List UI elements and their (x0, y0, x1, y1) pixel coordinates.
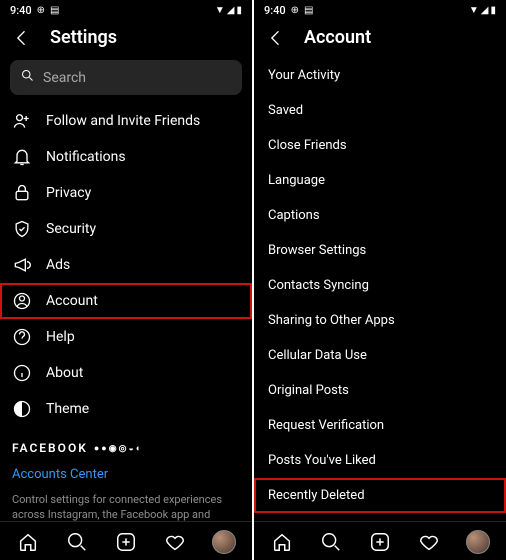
item-saved[interactable]: Saved (254, 93, 506, 128)
menu-label: Follow and Invite Friends (46, 113, 200, 129)
menu-ads[interactable]: Ads (0, 247, 252, 283)
help-icon (12, 327, 32, 347)
item-sharing-apps[interactable]: Sharing to Other Apps (254, 303, 506, 338)
page-title: Account (304, 27, 371, 48)
item-recently-deleted[interactable]: Recently Deleted (254, 478, 506, 513)
menu-label: Help (46, 329, 75, 345)
profile-avatar[interactable] (466, 530, 490, 554)
item-cellular-data[interactable]: Cellular Data Use (254, 338, 506, 373)
signal-icon: ◢ (227, 5, 235, 16)
heart-icon[interactable] (163, 530, 187, 554)
add-icon[interactable] (114, 530, 138, 554)
item-your-activity[interactable]: Your Activity (254, 58, 506, 93)
status-icon: ▤ (304, 5, 313, 16)
item-contacts-syncing[interactable]: Contacts Syncing (254, 268, 506, 303)
profile-avatar[interactable] (212, 530, 236, 554)
wifi-icon: ▼ (215, 5, 225, 16)
home-icon[interactable] (16, 530, 40, 554)
item-request-verification[interactable]: Request Verification (254, 408, 506, 443)
home-icon[interactable] (270, 530, 294, 554)
item-original-posts[interactable]: Original Posts (254, 373, 506, 408)
bottom-nav (0, 521, 252, 560)
account-list: Your Activity Saved Close Friends Langua… (254, 58, 506, 521)
social-icons: ●●◉◎◒◐ (94, 443, 143, 454)
signal-icon: ◢ (481, 5, 489, 16)
search-icon (20, 68, 35, 87)
bell-icon (12, 147, 32, 167)
menu-label: Theme (46, 401, 89, 417)
heart-icon[interactable] (417, 530, 441, 554)
theme-icon (12, 399, 32, 419)
status-bar: 9:40 ⊕ ▤ ▼ ◢ ▮ (0, 0, 252, 19)
settings-menu: Follow and Invite Friends Notifications … (0, 103, 252, 521)
menu-label: Security (46, 221, 96, 237)
bottom-nav (254, 521, 506, 560)
menu-security[interactable]: Security (0, 211, 252, 247)
status-time: 9:40 (10, 4, 32, 17)
person-add-icon (12, 111, 32, 131)
search-nav-icon[interactable] (319, 530, 343, 554)
item-captions[interactable]: Captions (254, 198, 506, 233)
item-browser-settings[interactable]: Browser Settings (254, 233, 506, 268)
battery-icon: ▮ (236, 5, 242, 16)
status-bar: 9:40 ⊕ ▤ ▼ ◢ ▮ (254, 0, 506, 19)
item-branded-content[interactable]: Branded Content Tools (254, 513, 506, 521)
status-icon: ⊕ (37, 5, 45, 16)
menu-theme[interactable]: Theme (0, 391, 252, 427)
menu-label: About (46, 365, 83, 381)
search-placeholder: Search (43, 70, 86, 86)
menu-label: Notifications (46, 149, 126, 165)
back-icon[interactable] (12, 28, 32, 48)
menu-follow-invite[interactable]: Follow and Invite Friends (0, 103, 252, 139)
menu-label: Ads (46, 257, 70, 273)
menu-label: Privacy (46, 185, 91, 201)
accounts-center-link[interactable]: Accounts Center (0, 461, 252, 488)
header: Account (254, 19, 506, 58)
status-icon: ▤ (50, 5, 59, 16)
lock-icon (12, 183, 32, 203)
page-title: Settings (50, 27, 117, 48)
shield-icon (12, 219, 32, 239)
menu-privacy[interactable]: Privacy (0, 175, 252, 211)
megaphone-icon (12, 255, 32, 275)
item-language[interactable]: Language (254, 163, 506, 198)
account-icon (12, 291, 32, 311)
accounts-center-desc: Control settings for connected experienc… (0, 488, 252, 521)
wifi-icon: ▼ (469, 5, 479, 16)
menu-about[interactable]: About (0, 355, 252, 391)
menu-account[interactable]: Account (0, 283, 252, 319)
settings-screen: 9:40 ⊕ ▤ ▼ ◢ ▮ Settings Search (0, 0, 252, 560)
menu-label: Account (46, 293, 98, 309)
menu-help[interactable]: Help (0, 319, 252, 355)
account-screen: 9:40 ⊕ ▤ ▼ ◢ ▮ Account Your Activity Sav… (254, 0, 506, 560)
back-icon[interactable] (266, 28, 286, 48)
header: Settings (0, 19, 252, 58)
facebook-section: FACEBOOK ●●◉◎◒◐ (0, 427, 252, 461)
search-input[interactable]: Search (10, 60, 242, 95)
search-nav-icon[interactable] (65, 530, 89, 554)
item-posts-liked[interactable]: Posts You've Liked (254, 443, 506, 478)
status-icon: ⊕ (291, 5, 299, 16)
add-icon[interactable] (368, 530, 392, 554)
menu-notifications[interactable]: Notifications (0, 139, 252, 175)
status-time: 9:40 (264, 4, 286, 17)
battery-icon: ▮ (490, 5, 496, 16)
item-close-friends[interactable]: Close Friends (254, 128, 506, 163)
info-icon (12, 363, 32, 383)
